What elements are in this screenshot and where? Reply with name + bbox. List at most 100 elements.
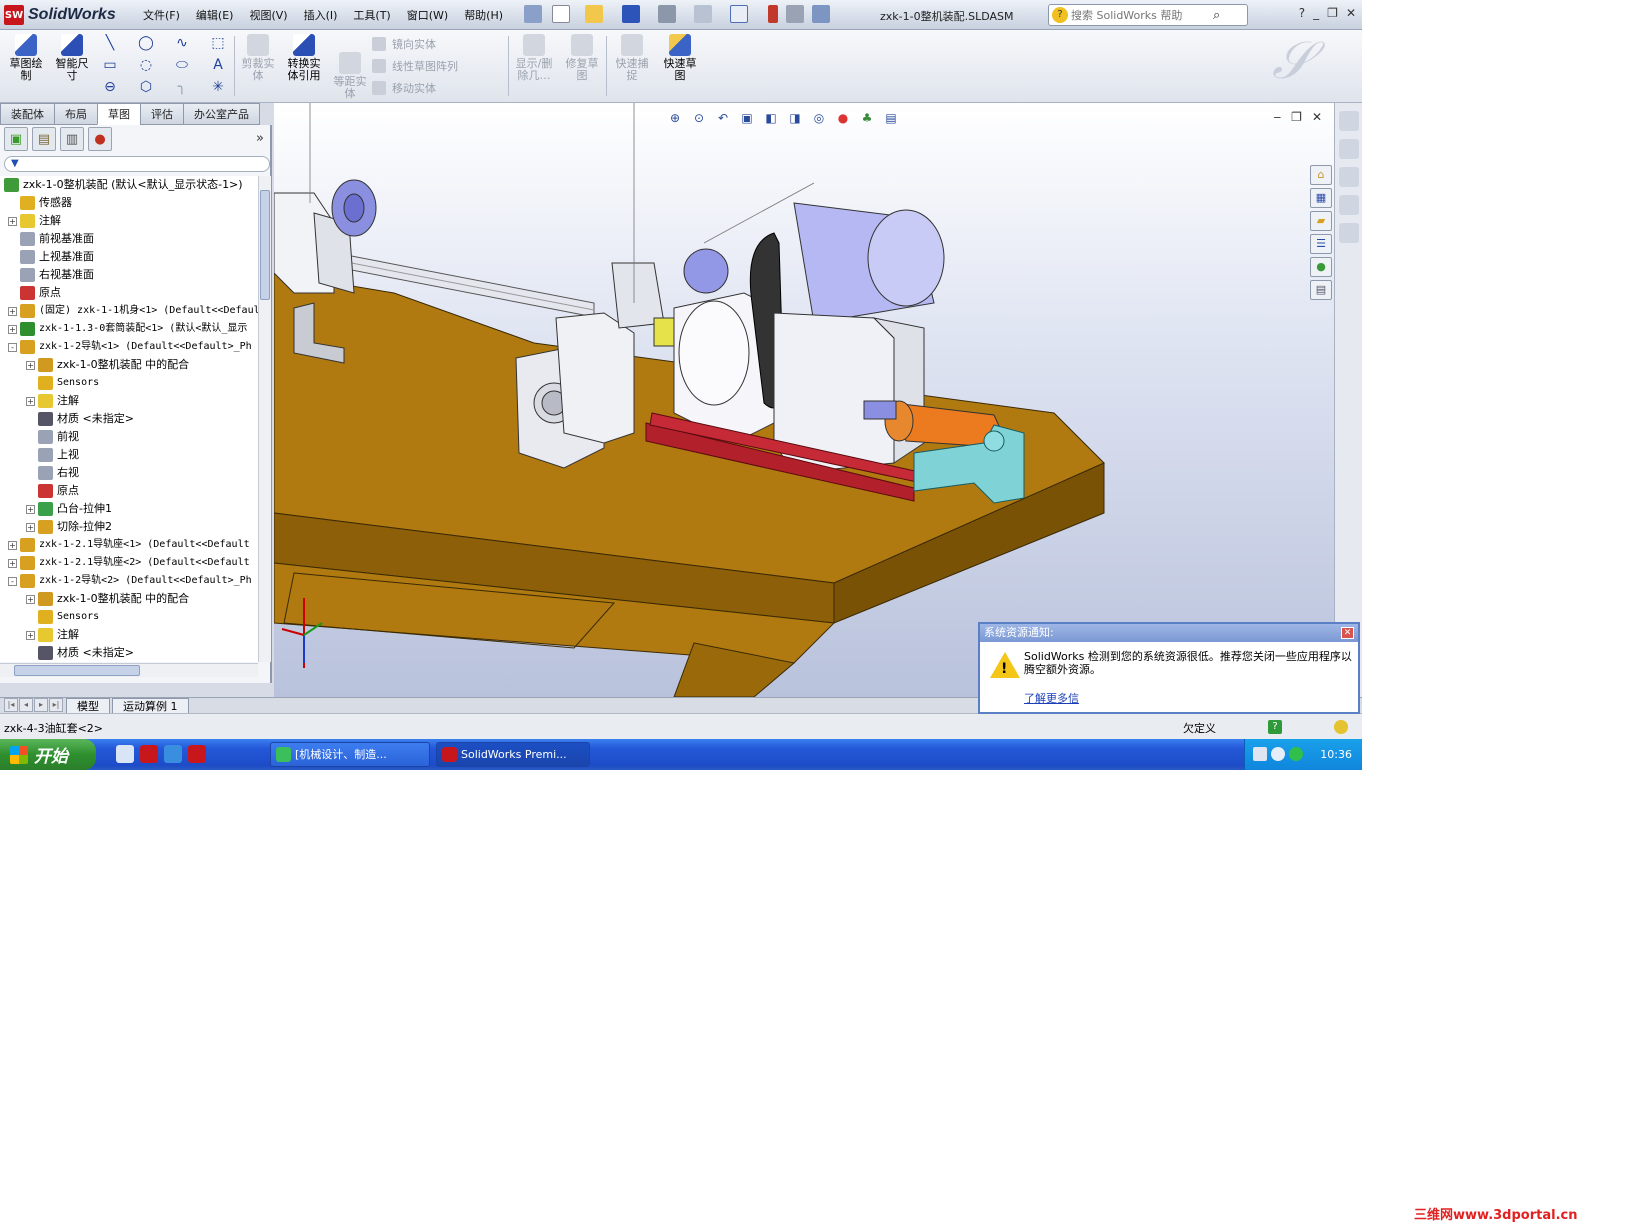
tree-item[interactable]: 材质 <未指定> [0,644,258,662]
display-relations-button[interactable]: 显示/删 除几… [512,34,556,82]
menu-file[interactable]: 文件(F) [135,7,188,23]
expand-tabs-icon[interactable]: » [256,127,264,153]
point-tool-icon[interactable]: ✳ [208,78,228,96]
last-tab-icon[interactable]: ▸| [49,698,63,712]
tree-expander-icon[interactable]: + [26,361,35,370]
rapid-sketch-button[interactable]: 快速草 图 [658,34,702,82]
viewport-close-icon[interactable]: ✕ [1312,110,1322,124]
tree-item[interactable]: 上视基准面 [0,248,258,266]
tree-item[interactable]: 前视 [0,428,258,446]
next-tab-icon[interactable]: ▸ [34,698,48,712]
hide-show-items-icon[interactable]: ◎ [810,109,828,127]
tag-icon[interactable] [1334,720,1348,734]
menu-insert[interactable]: 插入(I) [296,7,346,23]
tray-arrow-icon[interactable] [1271,747,1285,761]
tree-item[interactable]: - zxk-1-2导轨<2> (Default<<Default>_Ph [0,572,258,590]
help-button[interactable]: ? [1299,6,1305,20]
tree-expander-icon[interactable]: + [26,505,35,514]
tree-item[interactable]: + zxk-1-2.1导轨座<2> (Default<<Default [0,554,258,572]
tree-item[interactable]: 原点 [0,284,258,302]
arc-tool-icon[interactable]: ◌ [136,56,156,74]
fillet-tool-icon[interactable]: ╮ [172,78,192,96]
tree-vertical-scrollbar[interactable] [258,176,271,662]
tree-item[interactable]: + 注解 [0,392,258,410]
edit-appearance-icon[interactable]: ● [834,109,852,127]
tree-horizontal-scrollbar[interactable] [0,663,258,677]
restore-button[interactable]: ❐ [1327,6,1338,20]
menu-window[interactable]: 窗口(W) [399,7,456,23]
design-library-icon[interactable]: ▦ [1310,188,1332,208]
tree-item[interactable]: + 凸台-拉伸1 [0,500,258,518]
tree-item[interactable]: + (固定) zxk-1-1机身<1> (Default<<Default>_Ph [0,302,258,320]
polygon-tool-icon[interactable]: ⬡ [136,78,156,96]
select-cursor-icon[interactable] [730,5,748,23]
tree-item[interactable]: + zxk-1-0整机装配 中的配合 [0,590,258,608]
section-view-icon[interactable]: ▣ [738,109,756,127]
tab-sketch[interactable]: 草图 [97,103,141,125]
prev-tab-icon[interactable]: ◂ [19,698,33,712]
open-folder-icon[interactable] [585,5,603,23]
tab-evaluate[interactable]: 评估 [140,103,184,125]
tree-expander-icon[interactable]: + [8,559,17,568]
custom-properties-icon[interactable]: ▤ [1310,280,1332,300]
file-explorer-icon[interactable]: ▰ [1310,211,1332,231]
circle-tool-icon[interactable]: ◯ [136,34,156,52]
tree-expander-icon[interactable]: + [8,307,17,316]
line-tool-icon[interactable]: ╲ [100,34,120,52]
tab-layout[interactable]: 布局 [54,103,98,125]
learn-more-link[interactable]: 了解更多信 [1024,690,1079,706]
slot-tool-icon[interactable]: ⊖ [100,78,120,96]
grid-icon[interactable] [1339,195,1359,215]
tree-expander-icon[interactable]: + [26,397,35,406]
viewport-minimize-icon[interactable]: ‒ [1274,110,1282,124]
zoom-to-area-icon[interactable]: ⊙ [690,109,708,127]
tree-item[interactable]: 右视 [0,464,258,482]
tree-expander-icon[interactable]: + [8,541,17,550]
configuration-manager-tab-icon[interactable]: ▥ [60,127,84,151]
viewport-restore-icon[interactable]: ❐ [1291,110,1302,124]
tree-item[interactable]: + 切除-拉伸2 [0,518,258,536]
close-button[interactable]: ✕ [1346,6,1356,20]
feature-tree-tab-icon[interactable]: ▣ [4,127,28,151]
offset-entities-button[interactable]: 等距实 体 [328,52,372,100]
tree-item[interactable]: Sensors [0,374,258,392]
menu-help[interactable]: 帮助(H) [456,7,511,23]
mirror-entities-button[interactable]: 镜向实体 [372,36,436,52]
undo-icon[interactable] [694,5,712,23]
tree-item[interactable]: 材质 <未指定> [0,410,258,428]
tree-item[interactable]: + zxk-1-1.3-0套筒装配<1> (默认<默认_显示 [0,320,258,338]
spline-tool-icon[interactable]: ∿ [172,34,192,52]
scroll-thumb[interactable] [14,665,140,676]
tree-item[interactable]: - zxk-1-2导轨<1> (Default<<Default>_Ph [0,338,258,356]
taskbar-browser-window[interactable]: [机械设计、制造... [270,742,430,767]
print-icon[interactable] [658,5,676,23]
first-tab-icon[interactable]: |◂ [4,698,18,712]
tree-item[interactable]: + 注解 [0,212,258,230]
database-icon[interactable] [1339,223,1359,243]
tree-expander-icon[interactable]: - [8,577,17,586]
graphics-viewport[interactable]: ⊕ ⊙ ↶ ▣ ◧ ◨ ◎ ● ♣ ▤ ‒ ❐ ✕ ⌂ ▦ ▰ ☰ ● ▤ [274,103,1362,697]
tab-office-products[interactable]: 办公室产品 [183,103,260,125]
tab-model[interactable]: 模型 [66,698,110,714]
forward-icon[interactable] [1339,167,1359,187]
filter-icon[interactable]: ▼ [4,156,270,172]
tree-expander-icon[interactable]: + [8,217,17,226]
quick-snaps-button[interactable]: 快速捕 捉 [610,34,654,82]
menu-tools[interactable]: 工具(T) [345,7,398,23]
linear-pattern-button[interactable]: 线性草图阵列 [372,58,458,74]
help-status-icon[interactable]: ? [1268,720,1282,734]
options-icon[interactable] [812,5,830,23]
tree-item[interactable]: Sensors [0,608,258,626]
network-icon[interactable] [1289,747,1303,761]
text-tool-icon[interactable]: A [208,56,228,74]
tree-item[interactable]: zxk-1-0整机装配 (默认<默认_显示状态-1>) [0,176,258,194]
tree-item[interactable]: 前视基准面 [0,230,258,248]
tree-item[interactable]: 上视 [0,446,258,464]
display-style-icon[interactable]: ◨ [786,109,804,127]
home-icon[interactable] [1339,111,1359,131]
show-desktop-icon[interactable] [116,745,134,763]
rebuild-traffic-light-icon[interactable] [768,5,778,23]
start-button[interactable]: 开始 [0,739,96,770]
tab-assembly[interactable]: 装配体 [0,103,55,125]
file-properties-icon[interactable] [786,5,804,23]
